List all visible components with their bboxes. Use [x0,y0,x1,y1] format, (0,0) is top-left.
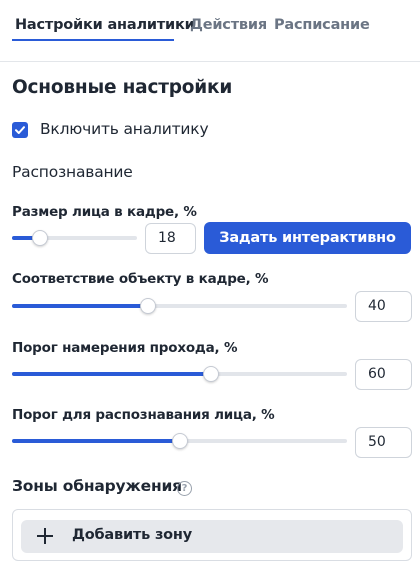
slider-thumb[interactable] [171,433,188,449]
tab-schedule[interactable]: Расписание [274,17,370,33]
tab-actions[interactable]: Действия [190,17,267,33]
slider-fill [12,439,180,443]
plus-icon [37,528,53,544]
enable-analytics-checkbox[interactable] [12,122,28,138]
tabs-divider [0,61,420,62]
section-title: Основные настройки [12,77,233,98]
slider-thumb[interactable] [139,298,156,314]
detection-zones-title: Зоны обнаружения [12,477,182,495]
pass-intent-slider[interactable] [12,366,347,382]
tab-bar: Настройки аналитики Действия Расписание [0,0,420,62]
set-interactively-button[interactable]: Задать интерактивно [204,222,411,254]
add-zone-label: Добавить зону [72,527,192,543]
slider-thumb[interactable] [31,230,48,246]
pass-intent-input[interactable]: 60 [355,359,412,390]
face-threshold-slider[interactable] [12,433,347,449]
recognition-heading: Распознавание [12,163,133,181]
slider-fill [12,372,212,376]
face-size-slider[interactable] [12,230,137,246]
face-size-input[interactable]: 18 [145,223,196,254]
face-size-label: Размер лица в кадре, % [12,204,197,220]
slider-fill [12,304,148,308]
add-zone-button[interactable]: Добавить зону [21,520,403,553]
enable-analytics-label[interactable]: Включить аналитику [40,120,209,138]
active-tab-indicator [12,39,174,41]
slider-thumb[interactable] [203,366,220,382]
object-match-slider[interactable] [12,298,347,314]
tab-analytics-settings[interactable]: Настройки аналитики [15,17,195,33]
pass-intent-label: Порог намерения прохода, % [12,340,238,356]
face-threshold-input[interactable]: 50 [355,427,412,458]
object-match-input[interactable]: 40 [355,291,412,322]
object-match-label: Соответствие объекту в кадре, % [12,271,269,287]
face-threshold-label: Порог для распознавания лица, % [12,407,275,423]
check-icon [15,126,25,134]
help-icon[interactable]: ? [177,481,192,496]
